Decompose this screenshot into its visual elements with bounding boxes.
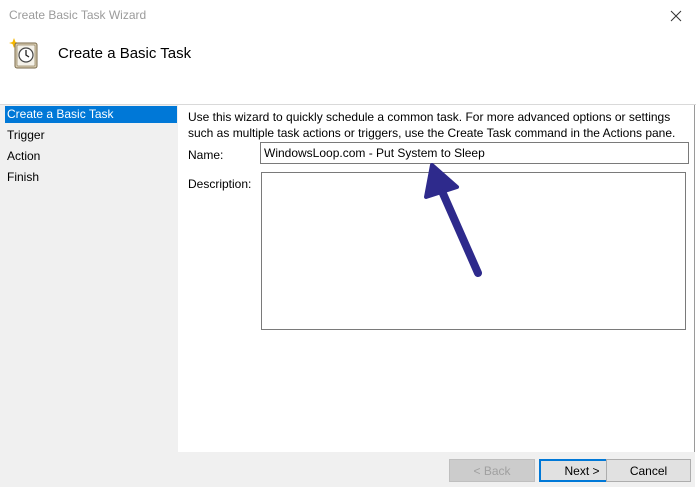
name-label: Name: <box>188 148 224 162</box>
cancel-button[interactable]: Cancel <box>606 459 691 482</box>
sidebar-item-create-basic-task[interactable]: Create a Basic Task <box>5 106 177 123</box>
sidebar-item-trigger[interactable]: Trigger <box>5 127 177 144</box>
back-button[interactable]: < Back <box>449 459 535 482</box>
title-bar: Create Basic Task Wizard <box>0 0 696 32</box>
task-name-input[interactable] <box>260 142 689 164</box>
task-scheduler-clock-icon <box>9 38 38 69</box>
task-description-input[interactable] <box>261 172 686 330</box>
window-title: Create Basic Task Wizard <box>9 8 147 22</box>
wizard-header: Create a Basic Task <box>0 32 696 105</box>
wizard-steps-sidebar: Create a Basic Task Trigger Action Finis… <box>0 105 178 459</box>
sidebar-item-finish[interactable]: Finish <box>5 169 177 186</box>
close-icon <box>670 10 682 22</box>
page-title: Create a Basic Task <box>58 45 192 62</box>
description-label: Description: <box>188 177 252 191</box>
close-button[interactable] <box>656 0 696 32</box>
wizard-intro-text: Use this wizard to quickly schedule a co… <box>188 110 676 140</box>
sidebar-item-action[interactable]: Action <box>5 148 177 165</box>
